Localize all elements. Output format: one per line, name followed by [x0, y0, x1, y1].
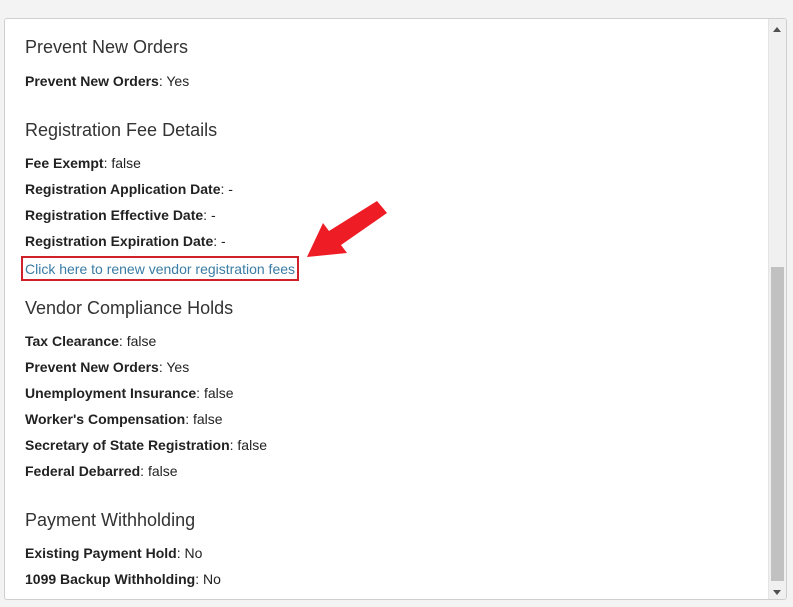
- vendor-details-panel: Prevent New Orders Prevent New Orders: Y…: [4, 18, 787, 600]
- field-1099-backup-withholding: 1099 Backup Withholding: No: [25, 571, 221, 587]
- field-label: Fee Exempt: [25, 155, 104, 171]
- scroll-up-arrow-icon[interactable]: [773, 27, 781, 32]
- field-value: false: [203, 385, 234, 401]
- section-title-vendor-compliance-holds: Vendor Compliance Holds: [25, 298, 234, 318]
- field-value: -: [210, 207, 216, 223]
- field-label: Secretary of State Registration: [25, 437, 230, 453]
- field-fee-exempt: Fee Exempt: false: [25, 155, 141, 171]
- section-title-registration-fee-details: Registration Fee Details: [25, 120, 218, 140]
- field-value: false: [111, 155, 141, 171]
- field-value: false: [193, 411, 223, 427]
- field-label: Registration Expiration Date: [25, 233, 214, 249]
- field-secretary-of-state-registration: Secretary of State Registration: false: [25, 437, 267, 453]
- field-label: 1099 Backup Withholding: [25, 571, 196, 587]
- field-federal-debarred: Federal Debarred: false: [25, 463, 178, 479]
- field-label: Existing Payment Hold: [25, 545, 177, 561]
- field-prevent-new-orders: Prevent New Orders: Yes: [25, 73, 190, 89]
- field-value: No: [184, 545, 203, 561]
- field-value: false: [147, 463, 178, 479]
- field-existing-payment-hold: Existing Payment Hold: No: [25, 545, 203, 561]
- field-label: Prevent New Orders: [25, 359, 159, 375]
- field-label: Tax Clearance: [25, 333, 119, 349]
- field-label: Prevent New Orders: [25, 73, 159, 89]
- section-title-payment-withholding: Payment Withholding: [25, 510, 196, 530]
- field-value: No: [203, 571, 221, 587]
- field-value: false: [126, 333, 157, 349]
- field-value: Yes: [166, 73, 190, 89]
- field-value: -: [228, 181, 233, 197]
- field-label: Federal Debarred: [25, 463, 141, 479]
- field-label: Unemployment Insurance: [25, 385, 197, 401]
- field-value: false: [237, 437, 267, 453]
- field-tax-clearance: Tax Clearance: false: [25, 333, 157, 349]
- field-workers-compensation: Worker's Compensation: false: [25, 411, 223, 427]
- scroll-down-arrow-icon[interactable]: [773, 590, 781, 595]
- field-unemployment-insurance: Unemployment Insurance: false: [25, 385, 234, 401]
- section-title-prevent-new-orders: Prevent New Orders: [25, 37, 189, 57]
- field-registration-application-date: Registration Application Date: -: [25, 181, 233, 197]
- field-registration-effective-date: Registration Effective Date: -: [25, 207, 216, 223]
- field-label: Worker's Compensation: [25, 411, 186, 427]
- vertical-scrollbar[interactable]: [768, 19, 786, 599]
- field-value: Yes: [166, 359, 190, 375]
- field-prevent-new-orders-hold: Prevent New Orders: Yes: [25, 359, 190, 375]
- field-value: -: [221, 233, 226, 249]
- field-label: Registration Effective Date: [25, 207, 204, 223]
- renew-link-highlight: Click here to renew vendor registration …: [21, 256, 300, 281]
- scrollbar-thumb[interactable]: [771, 267, 784, 581]
- field-label: Registration Application Date: [25, 181, 221, 197]
- field-registration-expiration-date: Registration Expiration Date: -: [25, 233, 226, 249]
- red-arrow-icon: [303, 197, 393, 272]
- renew-registration-fees-link[interactable]: Click here to renew vendor registration …: [25, 261, 295, 277]
